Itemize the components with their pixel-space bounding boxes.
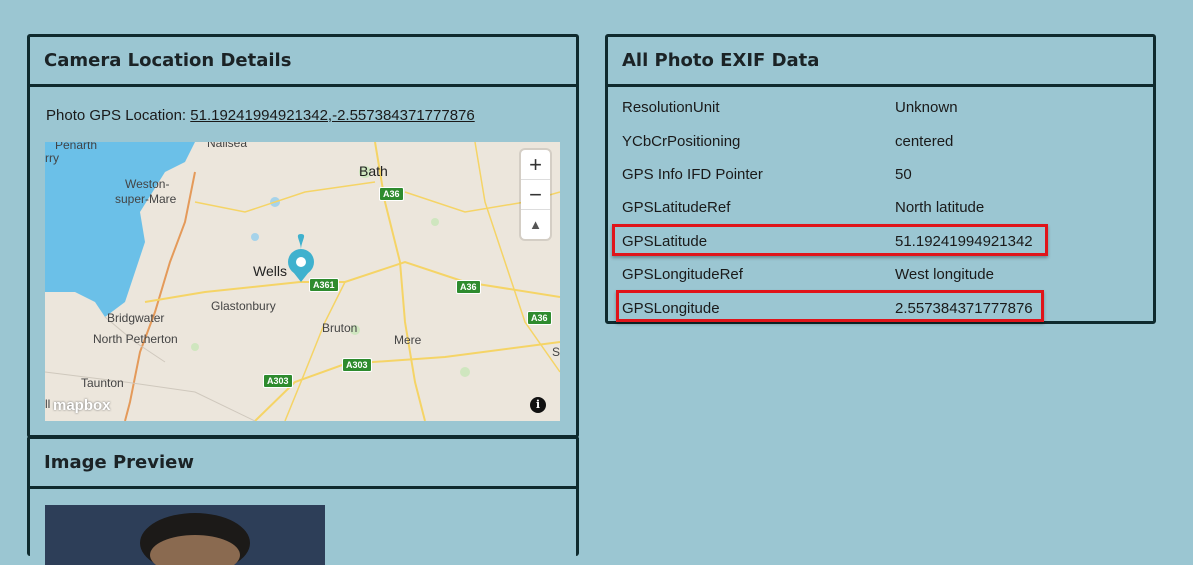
highlight-box	[616, 290, 1044, 323]
image-preview-panel: Image Preview	[27, 436, 579, 565]
map-place-penarth: Penarth	[55, 142, 98, 152]
map-view[interactable]: Penarth Nailsea Bath Weston- super-Mare …	[45, 142, 560, 421]
exif-value: West longitude	[895, 266, 994, 284]
road-badge-a36-east: A36	[456, 280, 481, 294]
road-badge-a36: A36	[379, 187, 404, 201]
map-place-bath: Bath	[359, 163, 388, 179]
map-place-nailsea: Nailsea	[207, 142, 248, 150]
map-place-weston: Weston-	[125, 177, 170, 191]
preview-image	[45, 505, 325, 565]
map-place-s: S	[552, 345, 560, 359]
road-badge-a361: A361	[309, 278, 339, 292]
road-badge-a36-far: A36	[527, 311, 552, 325]
exif-row: GPSLatitudeRef North latitude	[622, 191, 1033, 224]
exif-value: Unknown	[895, 99, 958, 117]
image-preview-title: Image Preview	[30, 439, 576, 489]
highlight-box	[612, 223, 1048, 256]
road-badge-a303: A303	[342, 358, 372, 372]
map-place-north-petherton: North Petherton	[93, 332, 178, 346]
gps-location-label: Photo GPS Location:	[46, 107, 187, 124]
map-zoom-control: + − ▲	[521, 150, 550, 239]
map-place-super-mare: super-Mare	[115, 192, 177, 206]
location-marker-icon	[288, 234, 314, 282]
map-place-rry: rry	[45, 151, 59, 165]
map-place-ll: ll	[45, 397, 51, 411]
gps-location-link[interactable]: 51.19241994921342,-2.557384371777876	[190, 107, 474, 124]
exif-key: ResolutionUnit	[622, 99, 720, 117]
exif-row-gps-longitude: GPSLongitude 2.557384371777876	[616, 290, 1044, 324]
map-place-wells: Wells	[253, 263, 287, 279]
exif-row: ResolutionUnit Unknown	[622, 91, 1033, 124]
exif-key: GPSLongitudeRef	[622, 266, 743, 284]
road-badge-a303-west: A303	[263, 374, 293, 388]
exif-data-title: All Photo EXIF Data	[608, 37, 1153, 87]
camera-location-title: Camera Location Details	[30, 37, 576, 87]
exif-key: YCbCrPositioning	[622, 132, 741, 150]
map-place-glastonbury: Glastonbury	[211, 299, 276, 313]
exif-data-panel: All Photo EXIF Data ResolutionUnit Unkno…	[605, 34, 1156, 324]
zoom-in-button[interactable]: +	[521, 150, 550, 180]
zoom-out-button[interactable]: −	[521, 180, 550, 210]
mapbox-logo[interactable]: mapbox	[53, 397, 111, 414]
gps-location-line: Photo GPS Location: 51.19241994921342,-2…	[46, 107, 475, 124]
map-place-mere: Mere	[394, 333, 422, 347]
exif-row-gps-latitude: GPSLatitude 51.19241994921342	[612, 223, 1048, 258]
exif-value: 50	[895, 165, 912, 183]
map-place-bruton: Bruton	[322, 321, 358, 335]
exif-value: North latitude	[895, 199, 985, 217]
exif-value: centered	[895, 132, 954, 150]
exif-table: ResolutionUnit Unknown YCbCrPositioning …	[612, 91, 1048, 325]
camera-location-panel: Camera Location Details Photo GPS Locati…	[27, 34, 579, 438]
exif-row: YCbCrPositioning centered	[622, 124, 1033, 157]
map-place-bridgwater: Bridgwater	[107, 311, 165, 325]
exif-key: GPS Info IFD Pointer	[622, 165, 763, 183]
exif-row: GPS Info IFD Pointer 50	[622, 158, 1033, 191]
map-place-taunton: Taunton	[81, 376, 124, 390]
exif-key: GPSLatitudeRef	[622, 199, 731, 217]
info-icon[interactable]: i	[530, 397, 546, 413]
compass-icon[interactable]: ▲	[521, 210, 550, 239]
exif-row: GPSLongitudeRef West longitude	[622, 258, 1033, 291]
